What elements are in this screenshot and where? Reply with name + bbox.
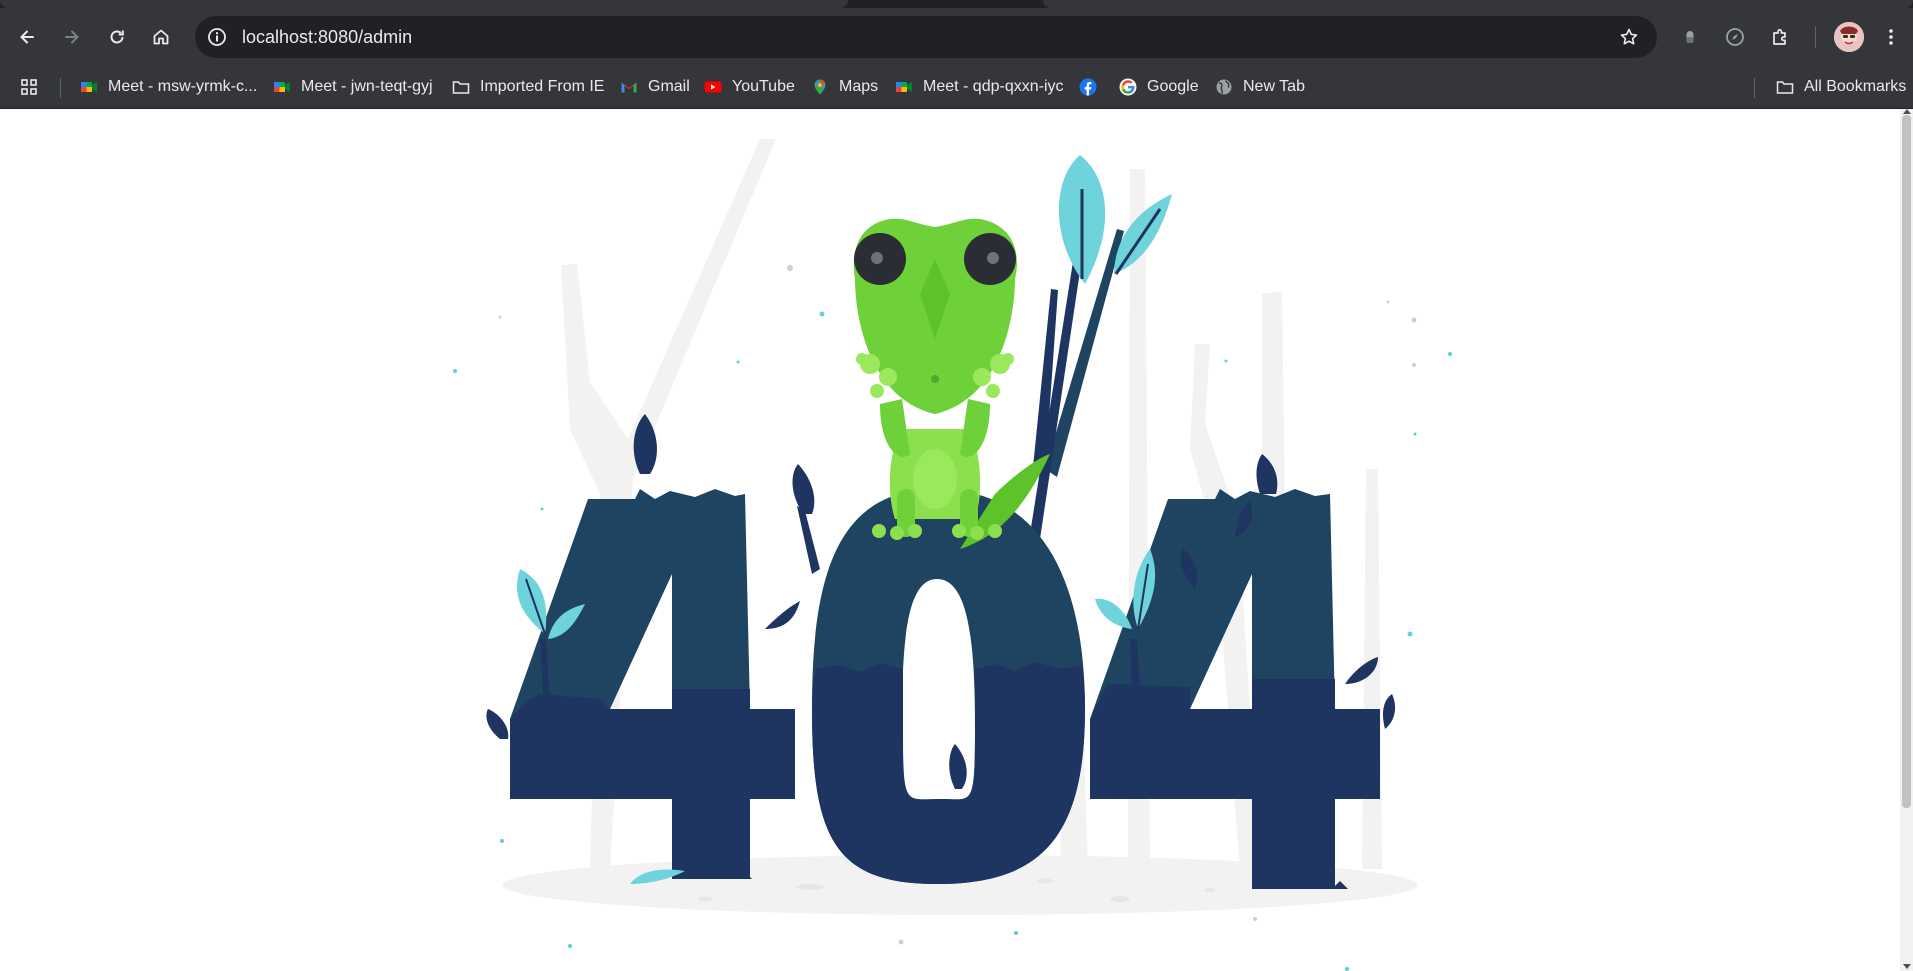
tab-active-edge[interactable] [0, 0, 848, 8]
bookmark-item-youtube[interactable]: YouTube [704, 66, 795, 108]
folder-icon [1776, 78, 1794, 96]
google-icon [1119, 78, 1137, 96]
extensions-button[interactable] [1763, 20, 1797, 54]
back-button[interactable] [10, 20, 44, 54]
scrollbar-thumb[interactable] [1902, 115, 1911, 808]
browser-toolbar: localhost:8080/admin [0, 8, 1913, 66]
tab-edge[interactable] [1043, 0, 1913, 8]
bookmark-item-maps[interactable]: Maps [811, 66, 878, 108]
extension-pill-icon [1686, 31, 1694, 43]
bookmark-label: Maps [839, 78, 879, 95]
back-arrow-icon [20, 30, 34, 44]
scroll-down-arrow-icon[interactable] [1903, 964, 1911, 969]
digit-0 [812, 489, 1085, 884]
facebook-icon [1079, 78, 1097, 96]
bookmarks-bar: Meet - msw-yrmk-c... Meet - jwn-teqt-gyj… [0, 66, 1913, 109]
site-info-button[interactable] [205, 25, 229, 49]
folder-icon [452, 78, 470, 96]
google-meet-icon [895, 78, 913, 96]
avatar-face-icon [1834, 22, 1864, 52]
apps-grid-icon [20, 78, 38, 96]
bookmark-label: Google [1147, 78, 1199, 95]
bookmark-item-meet-2[interactable]: Meet - jwn-teqt-gyj [273, 66, 433, 108]
site-info-icon [208, 28, 226, 46]
bookmark-star-button[interactable] [1617, 25, 1641, 49]
page-content [0, 109, 1900, 971]
bookmark-item-google[interactable]: Google [1119, 66, 1199, 108]
all-bookmarks-label: All Bookmarks [1804, 78, 1907, 95]
extension-button-2[interactable] [1718, 20, 1752, 54]
apps-button[interactable] [20, 66, 48, 108]
bookmark-item-gmail[interactable]: Gmail [620, 66, 690, 108]
compass-icon [1726, 28, 1744, 46]
gmail-icon [620, 78, 638, 96]
forward-arrow-icon [65, 30, 79, 44]
lizard-character [853, 218, 1050, 549]
address-bar[interactable]: localhost:8080/admin [195, 16, 1657, 58]
bookmarks-separator [60, 78, 61, 98]
bookmark-label: Meet - qdp-qxxn-iyc [923, 78, 1064, 95]
bookmark-item-new-tab[interactable]: New Tab [1215, 66, 1305, 108]
google-meet-icon [273, 78, 291, 96]
youtube-icon [704, 78, 722, 96]
bookmark-label: Meet - jwn-teqt-gyj [301, 78, 433, 95]
extension-button-1[interactable] [1673, 20, 1707, 54]
bookmark-folder-imported[interactable]: Imported From IE [452, 66, 604, 108]
bookmark-label: Gmail [648, 78, 690, 95]
globe-icon [1215, 78, 1233, 96]
more-menu-button[interactable] [1876, 20, 1906, 54]
scroll-up-arrow-icon[interactable] [1903, 109, 1911, 114]
page-scrollbar[interactable] [1900, 109, 1913, 971]
all-bookmarks-button[interactable]: All Bookmarks [1776, 66, 1906, 108]
profile-avatar[interactable] [1834, 22, 1864, 52]
tall-stalk-plant [1030, 155, 1172, 539]
reload-button[interactable] [100, 20, 134, 54]
bookmarks-separator [1754, 78, 1755, 98]
url-text[interactable]: localhost:8080/admin [242, 27, 412, 48]
bookmark-star-icon [1620, 28, 1638, 45]
digit-4-left [510, 489, 795, 879]
bookmark-label: YouTube [732, 78, 795, 95]
google-meet-icon [80, 78, 98, 96]
bookmark-item-meet-1[interactable]: Meet - msw-yrmk-c... [80, 66, 257, 108]
reload-icon [110, 30, 124, 44]
maps-pin-icon [811, 78, 829, 96]
extension-puzzle-icon [1773, 29, 1786, 45]
more-menu-icon [1889, 29, 1893, 45]
bookmark-item-meet-3[interactable]: Meet - qdp-qxxn-iyc [895, 66, 1064, 108]
404-illustration [453, 139, 1452, 971]
toolbar-separator [1815, 26, 1816, 48]
bookmark-label: Meet - msw-yrmk-c... [108, 78, 258, 95]
forward-button[interactable] [55, 20, 89, 54]
bookmark-item-facebook[interactable] [1079, 66, 1107, 108]
bookmark-label: New Tab [1243, 78, 1305, 95]
home-button[interactable] [144, 20, 178, 54]
home-icon [153, 29, 169, 45]
tab-strip [0, 0, 1913, 8]
bookmark-label: Imported From IE [480, 78, 605, 95]
